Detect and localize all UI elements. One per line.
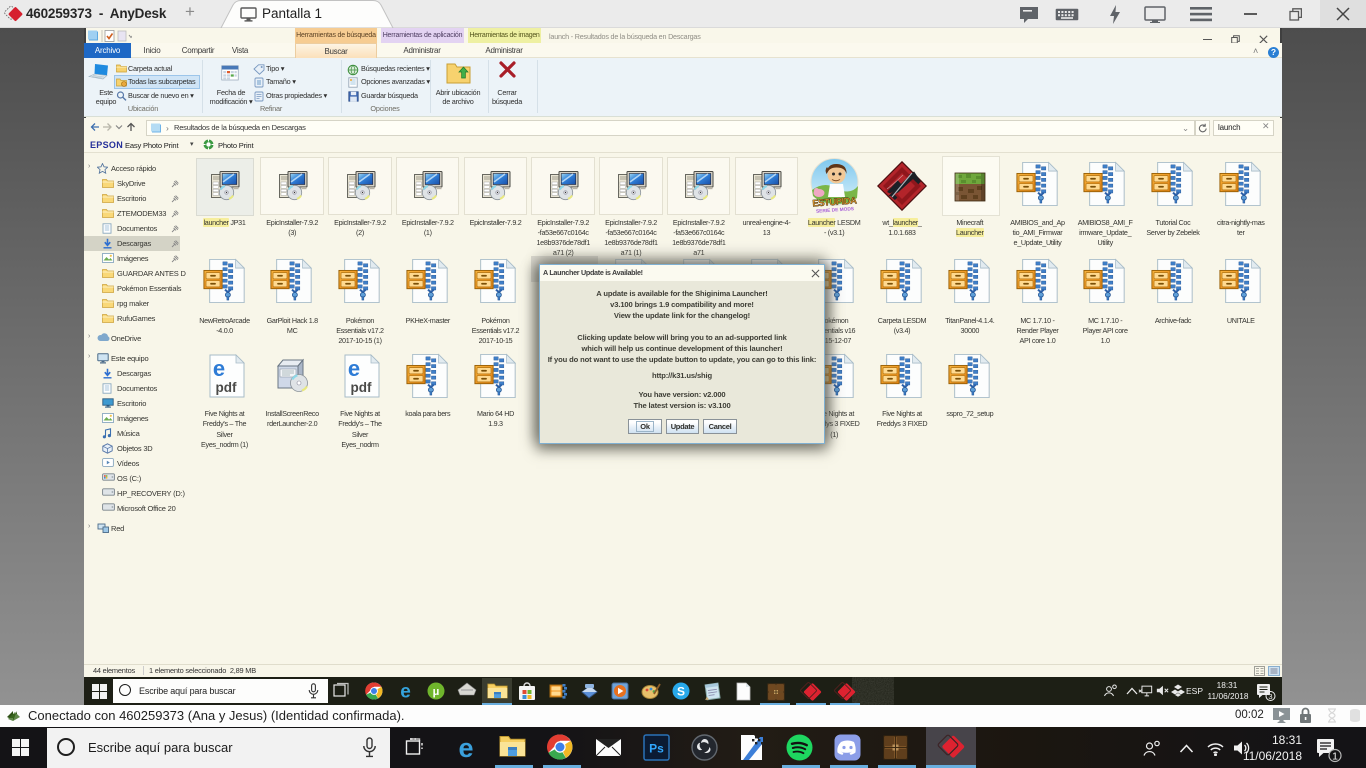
svg-text:1: 1 <box>1332 751 1338 763</box>
svg-text:S: S <box>677 685 685 699</box>
svg-text:e: e <box>458 734 473 762</box>
svg-text:3: 3 <box>1268 692 1272 701</box>
svg-text:e: e <box>400 682 411 701</box>
svg-text:Ps: Ps <box>649 742 664 756</box>
svg-text:μ: μ <box>433 686 440 698</box>
